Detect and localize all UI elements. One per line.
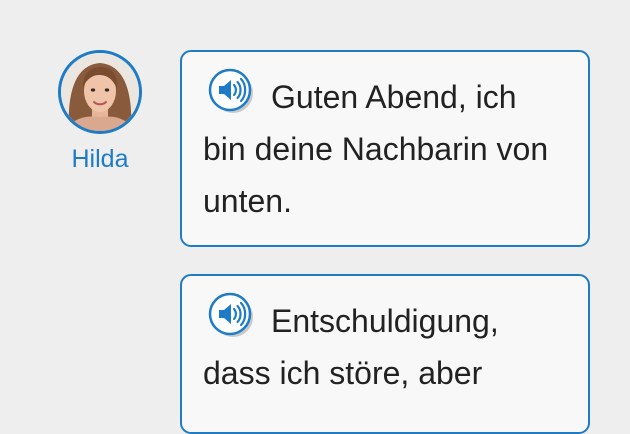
speech-bubble: Entschuldigung, dass ich störe, aber [180,274,590,434]
speaker-audio-icon [208,68,253,113]
avatar [58,50,142,134]
speaker-audio-icon [208,292,253,337]
speech-bubble: Guten Abend, ich bin deine Nachbarin von… [180,50,590,247]
speaker-panel: Hilda [55,50,145,174]
speaker-name: Hilda [71,145,129,173]
play-audio-button[interactable] [203,68,257,114]
woman-portrait-avatar-icon [61,53,139,131]
play-audio-button[interactable] [203,292,257,338]
